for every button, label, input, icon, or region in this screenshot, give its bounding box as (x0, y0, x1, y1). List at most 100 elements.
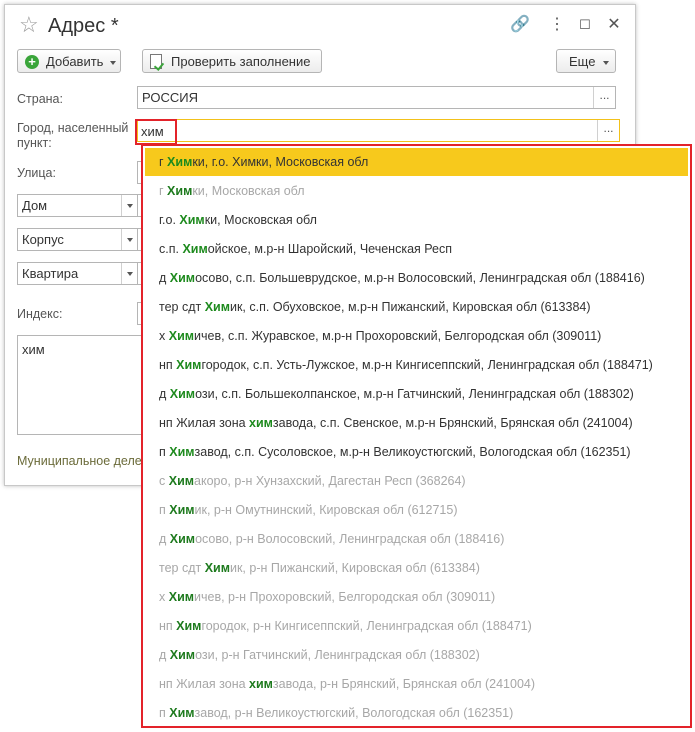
suggestion-rest: ик, с.п. Обуховское, м.р-н Пижанский, Ки… (229, 300, 591, 314)
suggestion-match: хим (249, 416, 273, 430)
chevron-down-icon (127, 272, 133, 276)
suggestion-prefix: п (159, 503, 170, 517)
suggestion-prefix: д (159, 387, 170, 401)
suggestion-prefix: г (159, 155, 168, 169)
window-title: Адрес * (48, 15, 119, 37)
suggestion-item[interactable]: д Химози, р-н Гатчинский, Ленинградская … (145, 641, 688, 669)
suggestion-rest: акоро, р-н Хунзахский, Дагестан Респ (36… (194, 474, 466, 488)
check-filling-label: Проверить заполнение (171, 54, 311, 69)
country-label: Страна: (17, 92, 63, 106)
suggestion-match: Хим (167, 155, 193, 169)
suggestion-prefix: д (159, 648, 170, 662)
suggestion-rest: осово, р-н Волосовский, Ленинградская об… (195, 532, 505, 546)
apartment-type-value: Квартира (22, 266, 79, 281)
more-button-label: Еще (569, 54, 596, 69)
suggestion-prefix: п (159, 445, 170, 459)
link-icon[interactable]: 🔗 (509, 14, 531, 36)
suggestion-item[interactable]: нп Химгородок, р-н Кингисеппский, Ленинг… (145, 612, 688, 640)
suggestion-rest: ки, г.о. Химки, Московская обл (192, 155, 369, 169)
address-memo-value: хим (22, 342, 45, 357)
suggestion-rest: завод, с.п. Сусоловское, м.р-н Великоуст… (194, 445, 631, 459)
suggestion-prefix: нп (159, 358, 177, 372)
suggestion-prefix: тер сдт (159, 561, 205, 575)
municipal-division-link[interactable]: Муниципальное деле (17, 453, 142, 469)
suggestion-rest: ойское, м.р-н Шаройский, Чеченская Респ (207, 242, 453, 256)
index-label: Индекс: (17, 307, 63, 321)
suggestion-item[interactable]: нп Химгородок, с.п. Усть-Лужское, м.р-н … (145, 351, 688, 379)
house-type-select[interactable]: Дом (17, 194, 139, 217)
suggestion-match: Хим (169, 706, 195, 720)
city-input[interactable]: хим (135, 119, 177, 145)
suggestion-prefix: г.о. (159, 213, 180, 227)
suggestion-match: Хим (182, 242, 208, 256)
suggestion-prefix: нп Жилая зона (159, 416, 250, 430)
suggestion-match: Хим (169, 445, 195, 459)
suggestion-match: Хим (168, 329, 195, 343)
building-type-dropdown[interactable] (121, 229, 138, 250)
plus-icon: + (25, 55, 39, 69)
suggestion-item[interactable]: д Химози, с.п. Большеколпанское, м.р-н Г… (145, 380, 688, 408)
title-bar: ☆ Адрес * 🔗 ⋮ ☐ ✕ (5, 5, 635, 45)
suggestion-rest: завода, р-н Брянский, Брянская обл (2410… (272, 677, 536, 691)
suggestion-rest: ози, с.п. Большеколпанское, м.р-н Гатчин… (195, 387, 634, 401)
apartment-type-dropdown[interactable] (121, 263, 138, 284)
suggestion-match: Хим (179, 213, 205, 227)
suggestion-item[interactable]: с Химакоро, р-н Хунзахский, Дагестан Рес… (145, 467, 688, 495)
building-type-value: Корпус (22, 232, 64, 247)
close-icon[interactable]: ✕ (603, 14, 625, 36)
suggestion-prefix: нп (159, 619, 177, 633)
suggestion-item[interactable]: г.о. Химки, Московская обл (145, 206, 688, 234)
suggestion-item[interactable]: нп Жилая зона химзавода, р-н Брянский, Б… (145, 670, 688, 698)
suggestion-prefix: тер сдт (159, 300, 205, 314)
suggestion-match: Хим (204, 561, 230, 575)
suggestion-item[interactable]: х Химичев, р-н Прохоровский, Белгородска… (145, 583, 688, 611)
suggestion-item[interactable]: г Химки, Московская обл (145, 177, 688, 205)
suggestion-rest: ки, Московская обл (192, 184, 305, 198)
suggestion-item[interactable]: п Химзавод, р-н Великоустюгский, Вологод… (145, 699, 688, 726)
suggestion-rest: завода, с.п. Свенское, м.р-н Брянский, Б… (272, 416, 633, 430)
building-type-select[interactable]: Корпус (17, 228, 139, 251)
more-button[interactable]: Еще (556, 49, 616, 73)
city-select-button[interactable]: ... (597, 120, 619, 141)
suggestion-item[interactable]: д Химосово, с.п. Большеврудское, м.р-н В… (145, 264, 688, 292)
suggestion-item[interactable]: тер сдт Химик, с.п. Обуховское, м.р-н Пи… (145, 293, 688, 321)
suggestion-prefix: д (159, 271, 170, 285)
suggestion-item[interactable]: нп Жилая зона химзавода, с.п. Свенское, … (145, 409, 688, 437)
chevron-down-icon (127, 238, 133, 242)
suggestion-item[interactable]: тер сдт Химик, р-н Пижанский, Кировская … (145, 554, 688, 582)
house-type-dropdown[interactable] (121, 195, 138, 216)
street-label: Улица: (17, 166, 56, 180)
suggestion-prefix: х (159, 329, 169, 343)
add-button[interactable]: + Добавить (17, 49, 121, 73)
suggestion-match: Хим (176, 358, 202, 372)
city-field[interactable]: ... (137, 119, 620, 142)
suggestion-item[interactable]: г Химки, г.о. Химки, Московская обл (145, 148, 688, 176)
check-filling-button[interactable]: Проверить заполнение (142, 49, 322, 73)
more-menu-icon[interactable]: ⋮ (546, 14, 568, 36)
suggestion-item[interactable]: п Химзавод, с.п. Сусоловское, м.р-н Вели… (145, 438, 688, 466)
city-label-line1: Город, населенный (17, 121, 129, 135)
apartment-type-select[interactable]: Квартира (17, 262, 139, 285)
suggestion-item[interactable]: х Химичев, с.п. Журавское, м.р-н Прохоро… (145, 322, 688, 350)
suggestion-item[interactable]: п Химик, р-н Омутнинский, Кировская обл … (145, 496, 688, 524)
suggestion-item[interactable]: д Химосово, р-н Волосовский, Ленинградск… (145, 525, 688, 553)
country-select-button[interactable]: ... (593, 87, 615, 108)
suggestion-match: Хим (176, 619, 202, 633)
suggestion-prefix: с (159, 474, 169, 488)
suggestion-rest: городок, р-н Кингисеппский, Ленинградска… (201, 619, 532, 633)
suggestion-match: Хим (169, 532, 196, 546)
suggestion-match: Хим (168, 474, 195, 488)
suggestion-rest: ик, р-н Омутнинский, Кировская обл (6127… (194, 503, 458, 517)
favorite-star-icon[interactable]: ☆ (19, 13, 39, 37)
suggestion-match: Хим (204, 300, 230, 314)
suggestion-prefix: с.п. (159, 242, 183, 256)
suggestion-prefix: г (159, 184, 168, 198)
suggestion-item[interactable]: с.п. Химойское, м.р-н Шаройский, Чеченск… (145, 235, 688, 263)
address-memo[interactable]: хим (17, 335, 147, 435)
city-input-value: хим (141, 124, 164, 139)
suggestion-match: Хим (167, 184, 193, 198)
suggestion-match: Хим (169, 387, 196, 401)
maximize-icon[interactable]: ☐ (574, 14, 596, 36)
country-field[interactable]: РОССИЯ ... (137, 86, 616, 109)
suggestion-rest: городок, с.п. Усть-Лужское, м.р-н Кингис… (201, 358, 653, 372)
